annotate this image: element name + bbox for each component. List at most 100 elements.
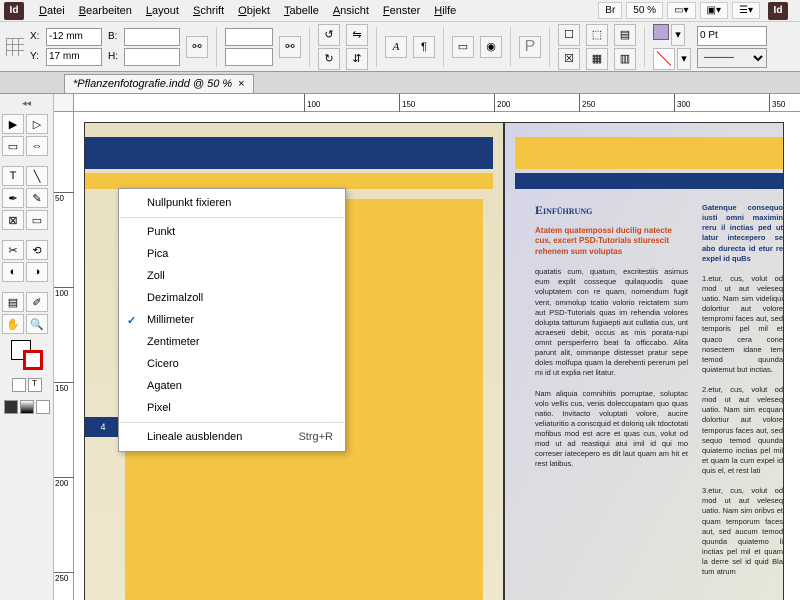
- stroke-dropdown-icon[interactable]: ▾: [677, 48, 691, 70]
- hand-tool[interactable]: ✋: [2, 314, 24, 334]
- col2-heading: Gatenque consequo iusti omni maximin rer…: [702, 203, 783, 264]
- fill-swatch[interactable]: [653, 24, 669, 40]
- ctx-millimeter[interactable]: ✓Millimeter: [119, 309, 345, 331]
- link-scale-icon[interactable]: ⚯: [279, 36, 301, 58]
- vertical-ruler[interactable]: 50100150200250: [54, 112, 74, 600]
- type-tool[interactable]: T: [2, 166, 24, 186]
- document-tabs: *Pflanzenfotografie.indd @ 50 % ×: [0, 72, 800, 94]
- ctx-lineale-ausblenden[interactable]: Lineale ausblendenStrg+R: [119, 426, 345, 448]
- apply-color[interactable]: [12, 378, 26, 392]
- ruler-context-menu: Nullpunkt fixieren PunktPicaZollDezimalzo…: [118, 188, 346, 452]
- menu-objekt[interactable]: Objekt: [231, 2, 277, 20]
- fill-stroke-swatch[interactable]: [11, 340, 43, 368]
- bridge-button[interactable]: Br: [598, 2, 622, 19]
- transform-tool[interactable]: ⟲: [26, 240, 48, 260]
- menu-schrift[interactable]: Schrift: [186, 2, 231, 20]
- ruler-origin[interactable]: [54, 94, 74, 112]
- scale-y-field[interactable]: [225, 48, 273, 66]
- fill-dropdown-icon[interactable]: ▾: [671, 24, 685, 46]
- rotate-cw-icon[interactable]: ↻: [318, 48, 340, 70]
- wrap-6-icon[interactable]: ▥: [614, 48, 636, 70]
- horizontal-ruler[interactable]: 100150200250300350: [74, 94, 800, 112]
- section-title: Einführung: [535, 203, 688, 218]
- gap-tool[interactable]: ⇔: [26, 136, 48, 156]
- right-page[interactable]: Einführung Atatem quatempossi ducilig na…: [504, 122, 784, 600]
- menu-hilfe[interactable]: Hilfe: [427, 2, 463, 20]
- right-accent-bar: [515, 173, 783, 189]
- page-tool[interactable]: ▭: [2, 136, 24, 156]
- zoom-level[interactable]: 50 %: [626, 2, 663, 19]
- pen-tool[interactable]: ✒: [2, 188, 24, 208]
- body-col1-p2: Nam aliquia comnihitis porruptae, solupt…: [535, 389, 688, 470]
- w-field[interactable]: [124, 28, 180, 46]
- selection-tool[interactable]: ▶: [2, 114, 24, 134]
- gradient-swatch-tool[interactable]: ◐: [2, 262, 24, 282]
- doc-tab[interactable]: *Pflanzenfotografie.indd @ 50 % ×: [64, 74, 254, 93]
- ctx-nullpunkt-fixieren[interactable]: Nullpunkt fixieren: [119, 192, 345, 214]
- char-style-icon[interactable]: A: [385, 36, 407, 58]
- zoom-tool[interactable]: 🔍: [26, 314, 48, 334]
- ctx-pica[interactable]: Pica: [119, 243, 345, 265]
- menu-ansicht[interactable]: Ansicht: [326, 2, 376, 20]
- body-col1-p1: quatatis cum, quatum, excritestiis asimu…: [535, 267, 688, 378]
- ctx-zentimeter[interactable]: Zentimeter: [119, 331, 345, 353]
- y-field[interactable]: [46, 48, 102, 66]
- para-settings-icon[interactable]: P: [519, 36, 541, 58]
- flip-v-icon[interactable]: ⇵: [346, 48, 368, 70]
- default-fill[interactable]: [4, 400, 18, 414]
- direct-selection-tool[interactable]: ▷: [26, 114, 48, 134]
- stroke-weight-field[interactable]: [697, 26, 767, 46]
- rect-tool[interactable]: ▭: [26, 210, 48, 230]
- menu-tabelle[interactable]: Tabelle: [277, 2, 326, 20]
- wrap-3-icon[interactable]: ⬚: [586, 24, 608, 46]
- constrain-icon[interactable]: ⚯: [186, 36, 208, 58]
- x-field[interactable]: [46, 28, 102, 46]
- reference-point-icon[interactable]: [6, 38, 24, 56]
- ctx-cicero[interactable]: Cicero: [119, 353, 345, 375]
- pencil-tool[interactable]: ✎: [26, 188, 48, 208]
- stroke-style-select[interactable]: ———: [697, 48, 767, 68]
- panel-collapse-icon[interactable]: ◂◂: [2, 98, 51, 109]
- ctx-dezimalzoll[interactable]: Dezimalzoll: [119, 287, 345, 309]
- screen-mode-icon[interactable]: ▣▾: [700, 2, 728, 19]
- canvas[interactable]: 100150200250300350 50100150200250 ÜBERBL…: [54, 94, 800, 600]
- select-content-icon[interactable]: ◉: [480, 36, 502, 58]
- wrap-4-icon[interactable]: ▦: [586, 48, 608, 70]
- gradient-fill[interactable]: [20, 400, 34, 414]
- menu-bearbeiten[interactable]: Bearbeiten: [72, 2, 139, 20]
- eyedropper-tool[interactable]: ✐: [26, 292, 48, 312]
- arrange-icon[interactable]: ☰▾: [732, 2, 760, 19]
- wrap-5-icon[interactable]: ▤: [614, 24, 636, 46]
- rotate-ccw-icon[interactable]: ↺: [318, 24, 340, 46]
- h-field[interactable]: [124, 48, 180, 66]
- menu-fenster[interactable]: Fenster: [376, 2, 427, 20]
- app-badge: Id: [768, 2, 788, 20]
- right-header-bar: [515, 137, 783, 169]
- view-mode-icon[interactable]: ▭▾: [667, 2, 695, 19]
- wrap-1-icon[interactable]: ☐: [558, 24, 580, 46]
- ctx-punkt[interactable]: Punkt: [119, 221, 345, 243]
- menu-datei[interactable]: Datei: [32, 2, 72, 20]
- none-fill[interactable]: [36, 400, 50, 414]
- stroke-swatch[interactable]: [653, 48, 675, 70]
- scale-x-field[interactable]: [225, 28, 273, 46]
- app-logo: Id: [4, 2, 24, 20]
- ctx-pixel[interactable]: Pixel: [119, 397, 345, 419]
- tab-close-icon[interactable]: ×: [238, 78, 244, 90]
- tools-panel: ◂◂ ▶▷ ▭⇔ T╲ ✒✎ ⊠▭ ✂⟲ ◐◑ ▤✐ ✋🔍 T: [0, 94, 54, 600]
- wrap-2-icon[interactable]: ☒: [558, 48, 580, 70]
- w-label: B:: [108, 31, 122, 42]
- ctx-zoll[interactable]: Zoll: [119, 265, 345, 287]
- line-tool[interactable]: ╲: [26, 166, 48, 186]
- note-tool[interactable]: ▤: [2, 292, 24, 312]
- menu-layout[interactable]: Layout: [139, 2, 186, 20]
- y-label: Y:: [30, 51, 44, 62]
- select-container-icon[interactable]: ▭: [452, 36, 474, 58]
- para-style-icon[interactable]: ¶: [413, 36, 435, 58]
- ctx-agaten[interactable]: Agaten: [119, 375, 345, 397]
- apply-text[interactable]: T: [28, 378, 42, 392]
- flip-h-icon[interactable]: ⇋: [346, 24, 368, 46]
- gradient-feather-tool[interactable]: ◑: [26, 262, 48, 282]
- scissors-tool[interactable]: ✂: [2, 240, 24, 260]
- rect-frame-tool[interactable]: ⊠: [2, 210, 24, 230]
